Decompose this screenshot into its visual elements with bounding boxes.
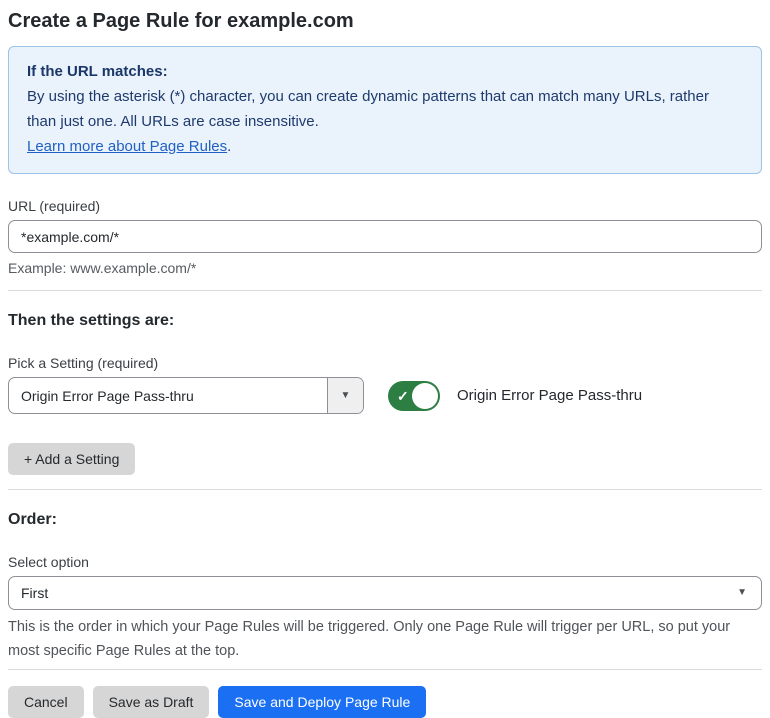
- chevron-down-icon: ▼: [737, 587, 747, 598]
- order-select-value: First: [21, 585, 49, 601]
- order-select[interactable]: First ▼: [8, 576, 762, 610]
- order-select-label: Select option: [8, 554, 89, 570]
- url-input[interactable]: [8, 220, 762, 253]
- setting-toggle[interactable]: ✓: [388, 380, 440, 411]
- page-title: Create a Page Rule for example.com: [8, 10, 354, 32]
- info-box-heading: If the URL matches:: [27, 63, 168, 80]
- save-as-draft-button[interactable]: Save as Draft: [92, 686, 210, 718]
- learn-more-link[interactable]: Learn more about Page Rules: [27, 138, 227, 155]
- divider: [8, 489, 762, 490]
- setting-picker-arrow-button[interactable]: ▼: [327, 378, 363, 413]
- divider: [8, 290, 762, 291]
- setting-picker-dropdown[interactable]: Origin Error Page Pass-thru ▼: [8, 377, 364, 414]
- pick-setting-label: Pick a Setting (required): [8, 355, 159, 371]
- cancel-button[interactable]: Cancel: [8, 686, 84, 718]
- check-icon: ✓: [397, 387, 409, 404]
- add-setting-button[interactable]: + Add a Setting: [8, 443, 136, 475]
- setting-toggle-label: Origin Error Page Pass-thru: [457, 387, 643, 404]
- divider: [8, 669, 762, 670]
- toggle-knob: [412, 382, 438, 409]
- order-section-heading: Order:: [8, 511, 57, 528]
- save-and-deploy-button[interactable]: Save and Deploy Page Rule: [218, 686, 427, 718]
- setting-row: Origin Error Page Pass-thru ▼ ✓ Origin E…: [8, 377, 762, 414]
- url-match-info-box: If the URL matches: By using the asteris…: [8, 46, 762, 174]
- url-field-label: URL (required): [8, 198, 101, 214]
- link-suffix: .: [227, 138, 232, 155]
- url-example-hint: Example: www.example.com/*: [8, 260, 197, 276]
- order-hint-text: This is the order in which your Page Rul…: [8, 619, 731, 659]
- chevron-down-icon: ▼: [340, 389, 351, 401]
- setting-picker-value: Origin Error Page Pass-thru: [21, 387, 194, 404]
- info-box-body: By using the asterisk (*) character, you…: [27, 88, 709, 130]
- settings-section-heading: Then the settings are:: [8, 312, 175, 329]
- info-link-line: Learn more about Page Rules.: [27, 134, 743, 159]
- footer-actions: Cancel Save as Draft Save and Deploy Pag…: [8, 686, 762, 718]
